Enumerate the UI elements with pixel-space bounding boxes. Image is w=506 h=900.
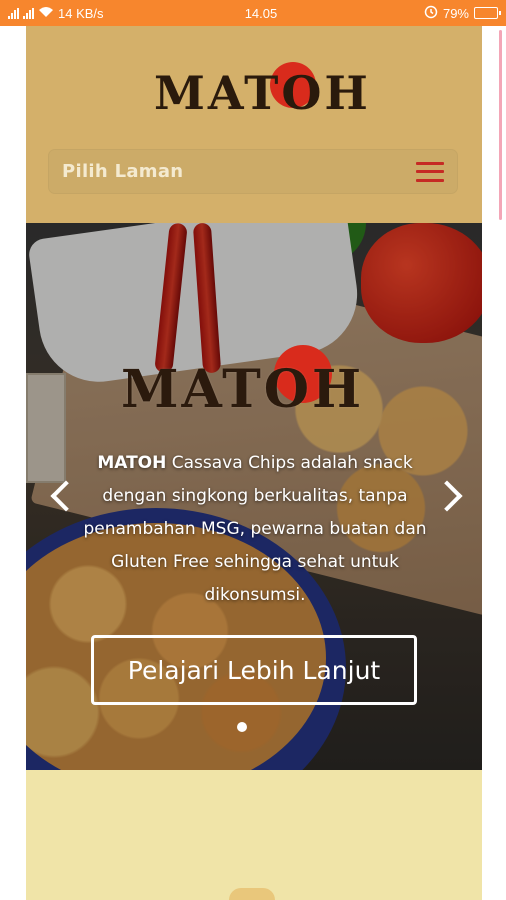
site-logo[interactable]: MATOH — [26, 26, 482, 146]
hero-description-text: Cassava Chips adalah snack dengan singko… — [83, 453, 427, 605]
web-page: MATOH Pilih Laman MATOH MATOH Cassava Ch… — [26, 26, 482, 900]
battery-icon — [474, 7, 501, 19]
network-speed: 14 KB/s — [58, 5, 104, 21]
signal-icon — [8, 7, 19, 19]
scrollbar[interactable] — [499, 30, 502, 220]
hero-logo: MATOH — [26, 223, 482, 420]
section-image-peek — [229, 888, 275, 900]
battery-percent: 79% — [442, 5, 469, 21]
page-select-label: Pilih Laman — [62, 161, 184, 182]
slider-dot-indicator[interactable] — [237, 722, 247, 732]
wifi-icon — [38, 6, 54, 21]
status-bar: 14 KB/s 14.05 79% — [0, 0, 506, 26]
learn-more-button[interactable]: Pelajari Lebih Lanjut — [91, 635, 417, 705]
alarm-icon — [424, 5, 438, 22]
page-margin-right — [482, 26, 506, 900]
signal-icon — [23, 7, 34, 19]
status-bar-left: 14 KB/s — [8, 6, 208, 21]
logo-text: MATOH — [154, 66, 371, 120]
page-select-menu[interactable]: Pilih Laman — [48, 149, 458, 194]
hero-logo-text: MATOH — [121, 359, 365, 420]
hero-slider: MATOH MATOH Cassava Chips adalah snack d… — [26, 223, 482, 770]
status-time: 14.05 — [244, 5, 278, 21]
status-bar-right: 79% — [424, 5, 501, 22]
hamburger-menu-icon[interactable] — [416, 161, 444, 182]
content-section — [26, 770, 482, 900]
hero-brand: MATOH — [97, 453, 167, 473]
hero-description: MATOH Cassava Chips adalah snack dengan … — [78, 447, 432, 612]
